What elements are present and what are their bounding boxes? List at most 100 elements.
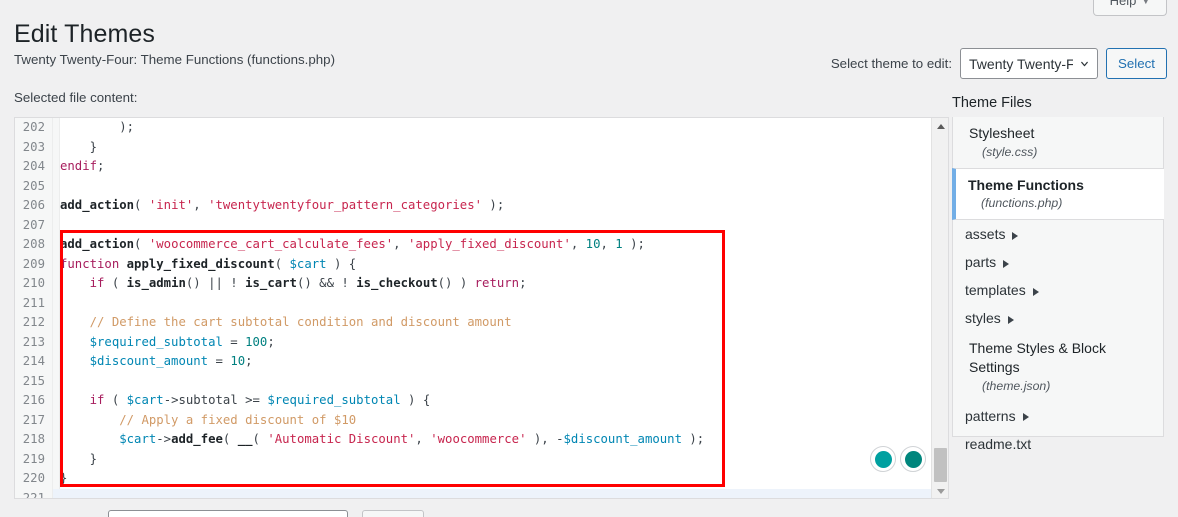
theme-folder-label: styles <box>965 310 1001 327</box>
code-line-text: } <box>60 139 98 154</box>
chevron-down-icon <box>1081 61 1088 66</box>
theme-file-item[interactable]: Theme Styles & Block Settings (theme.json… <box>953 332 1163 401</box>
code-line[interactable]: 216 if ( $cart->subtotal >= $required_su… <box>15 391 933 411</box>
code-line[interactable]: 204 endif; <box>15 157 933 177</box>
code-line[interactable]: 220} <box>15 469 933 489</box>
code-line-text: } <box>60 451 98 466</box>
code-line[interactable]: 211 <box>15 293 933 314</box>
code-line[interactable]: 214 $discount_amount = 10; <box>15 352 933 372</box>
folder-expand-arrow-icon <box>1022 413 1029 422</box>
code-line-text: function apply_fixed_discount( $cart ) { <box>60 256 357 271</box>
help-button[interactable]: Help ▼ <box>1093 0 1167 16</box>
scrollbar-thumb[interactable] <box>934 448 947 482</box>
code-line-text: $required_subtotal = 100; <box>89 334 275 349</box>
theme-files-list[interactable]: Stylesheet (style.css) Theme Functions (fun… <box>952 117 1164 452</box>
line-number: 221 <box>15 488 53 498</box>
theme-folder-label: templates <box>965 282 1026 299</box>
code-line[interactable]: 203 } <box>15 137 933 157</box>
code-line[interactable]: 213 $required_subtotal = 100; <box>15 332 933 352</box>
theme-select-dropdown[interactable]: Twenty Twenty-Fo <box>960 48 1099 79</box>
folder-expand-arrow-icon <box>1012 231 1019 240</box>
theme-folder-styles[interactable]: styles <box>953 304 1163 332</box>
line-number: 210 <box>15 274 53 294</box>
editor-help-badge-icon[interactable] <box>870 446 896 472</box>
editor-vertical-scrollbar[interactable] <box>931 118 948 498</box>
theme-editor-page: Help ▼ Edit Themes Twenty Twenty-Four: T… <box>0 0 1178 517</box>
scroll-up-arrow-icon[interactable] <box>932 118 948 135</box>
code-line[interactable]: 209 function apply_fixed_discount( $cart … <box>15 254 933 274</box>
theme-folder-patterns[interactable]: patterns <box>953 402 1163 430</box>
code-line[interactable]: 206 add_action( 'init', 'twentytwentyfour… <box>15 196 933 216</box>
folder-expand-arrow-icon <box>1032 287 1039 296</box>
code-line[interactable]: 212 // Define the cart subtotal conditio… <box>15 313 933 333</box>
code-line[interactable]: 219 } <box>15 449 933 469</box>
line-number: 205 <box>15 176 53 196</box>
editor-status-badges[interactable] <box>870 446 926 472</box>
selected-file-content-label: Selected file content: <box>14 90 138 105</box>
code-line[interactable]: 218 $cart->add_fee( __( 'Automatic Disco… <box>15 430 933 450</box>
theme-folder-label: parts <box>965 254 997 271</box>
code-line[interactable]: 207 <box>15 215 933 236</box>
theme-file-label: Theme Styles & Block Settings <box>969 340 1106 375</box>
documentation-search-input[interactable] <box>108 510 348 517</box>
theme-folder-label: assets <box>965 226 1006 243</box>
theme-files-heading: Theme Files <box>952 95 1032 111</box>
theme-file-filename: (style.css) <box>982 144 1038 159</box>
code-line[interactable]: 208 add_action( 'woocommerce_cart_calcula… <box>15 235 933 255</box>
folder-expand-arrow-icon <box>1007 315 1014 324</box>
line-number: 217 <box>15 410 53 430</box>
theme-file-label: Stylesheet <box>969 125 1035 141</box>
code-line-text: } <box>60 471 68 485</box>
theme-file-filename: (functions.php) <box>981 196 1063 211</box>
theme-select-value: Twenty Twenty-Fo <box>969 55 1074 72</box>
help-button-label: Help <box>1109 0 1137 8</box>
code-line[interactable]: 202 ); <box>15 118 933 138</box>
line-number: 209 <box>15 254 53 274</box>
code-line[interactable]: 217 // Apply a fixed discount of $10 <box>15 410 933 430</box>
theme-file-readme.txt[interactable]: readme.txt <box>953 430 1163 458</box>
code-line-text: add_action( 'woocommerce_cart_calculate_… <box>60 237 645 251</box>
line-number: 220 <box>15 469 53 489</box>
line-number: 219 <box>15 449 53 469</box>
line-number: 213 <box>15 332 53 352</box>
line-number: 216 <box>15 391 53 411</box>
code-line-text: add_action( 'init', 'twentytwentyfour_pa… <box>60 198 505 212</box>
theme-folder-parts[interactable]: parts <box>953 248 1163 276</box>
theme-folder-label: patterns <box>965 407 1016 424</box>
line-number: 212 <box>15 313 53 333</box>
line-number: 218 <box>15 430 53 450</box>
code-line[interactable]: 221 <box>15 488 933 499</box>
code-line[interactable]: 205 <box>15 176 933 197</box>
theme-file-item-current[interactable]: Theme Functions (functions.php) <box>952 167 1164 221</box>
code-line-text: // Apply a fixed discount of $10 <box>119 412 357 427</box>
line-number: 204 <box>15 157 53 177</box>
code-line-text: if ( $cart->subtotal >= $required_subtot… <box>89 393 431 407</box>
code-editor[interactable]: 202 ); 203 } 204 endif; 205 206 add_action( 'i… <box>15 118 933 499</box>
theme-select-label: Select theme to edit: <box>830 56 953 71</box>
code-line-text: ); <box>60 120 135 134</box>
code-line[interactable]: 215 <box>15 371 933 391</box>
code-line[interactable]: 210 if ( is_admin() || ! is_cart() && ! … <box>15 274 933 294</box>
scroll-down-arrow-icon[interactable] <box>932 483 948 498</box>
code-line-text: // Define the cart subtotal condition an… <box>89 315 512 329</box>
select-theme-button[interactable]: Select <box>1106 48 1167 79</box>
chevron-down-icon: ▼ <box>1141 0 1151 6</box>
look-up-button[interactable] <box>362 510 424 517</box>
folder-expand-arrow-icon <box>1003 259 1010 268</box>
line-number: 207 <box>15 215 53 235</box>
theme-file-item[interactable]: Stylesheet (style.css) <box>953 117 1163 168</box>
code-lines[interactable]: 202 ); 203 } 204 endif; 205 206 add_action( 'i… <box>15 118 933 499</box>
code-line-text: if ( is_admin() || ! is_cart() && ! is_c… <box>89 276 527 290</box>
theme-folder-templates[interactable]: templates <box>953 276 1163 304</box>
editor-status-badge-icon[interactable] <box>900 446 926 472</box>
theme-file-label: readme.txt <box>965 435 1032 452</box>
page-title: Edit Themes <box>14 19 155 48</box>
line-number: 211 <box>15 293 53 313</box>
theme-folder-assets[interactable]: assets <box>953 220 1163 248</box>
theme-switcher: Select theme to edit: Twenty Twenty-Fo S… <box>831 48 1167 79</box>
code-editor-pane[interactable]: 202 ); 203 } 204 endif; 205 206 add_action( 'i… <box>14 117 949 499</box>
